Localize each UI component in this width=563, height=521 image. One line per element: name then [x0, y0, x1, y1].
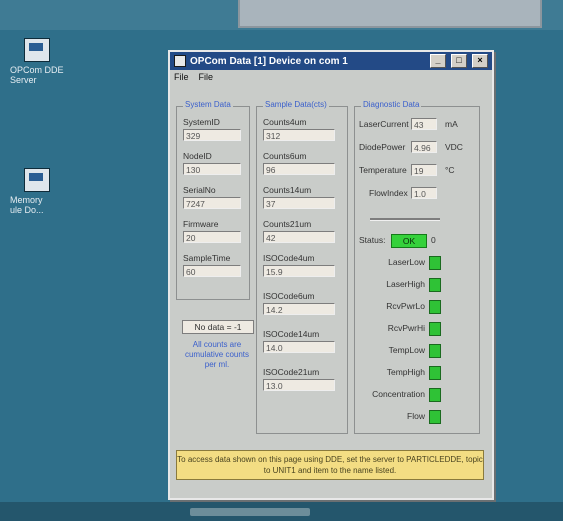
diagnostic-data-legend: Diagnostic Data — [361, 100, 422, 109]
serialno-label: SerialNo — [183, 185, 216, 195]
templow-label: TempLow — [388, 345, 425, 355]
isocode6um-field[interactable]: 14.2 — [263, 303, 335, 315]
counts21um-label: Counts21um — [263, 219, 312, 229]
opcom-data-window: OPCom Data [1] Device on com 1 _ □ × Fil… — [168, 50, 494, 500]
isocode4um-field[interactable]: 15.9 — [263, 265, 335, 277]
counts4um-field[interactable]: 312 — [263, 129, 335, 141]
systemid-label: SystemID — [183, 117, 220, 127]
temphigh-led — [429, 366, 441, 380]
background-window — [238, 0, 542, 28]
sampletime-field[interactable]: 60 — [183, 265, 241, 277]
firmware-label: Firmware — [183, 219, 219, 229]
lasercurrent-label: LaserCurrent — [359, 119, 409, 129]
isocode21um-field[interactable]: 13.0 — [263, 379, 335, 391]
diodepower-unit: VDC — [445, 142, 463, 152]
counts14um-label: Counts14um — [263, 185, 312, 195]
isocode4um-label: ISOCode4um — [263, 253, 315, 263]
desktop-icon-label-line2: Server — [10, 75, 37, 85]
concentration-label: Concentration — [372, 389, 425, 399]
rcvpwrhi-led — [429, 322, 441, 336]
counts6um-label: Counts6um — [263, 151, 307, 161]
menu-file[interactable]: File — [174, 72, 189, 82]
minimize-button[interactable]: _ — [430, 54, 446, 68]
counts6um-field[interactable]: 96 — [263, 163, 335, 175]
status-ok-indicator: OK — [391, 234, 427, 248]
menu-bar: File File — [170, 70, 492, 84]
dde-info-box: To access data shown on this page using … — [176, 450, 484, 480]
window-title: OPCom Data [1] Device on com 1 — [190, 55, 348, 67]
application-icon — [24, 38, 50, 62]
laserhigh-led — [429, 278, 441, 292]
lasercurrent-field[interactable]: 43 — [411, 118, 437, 130]
rcvpwrlo-led — [429, 300, 441, 314]
rcvpwrlo-label: RcvPwrLo — [386, 301, 425, 311]
nodeid-label: NodeID — [183, 151, 212, 161]
flowindex-label: FlowIndex — [369, 188, 408, 198]
taskbar-item[interactable] — [190, 508, 310, 516]
laserhigh-label: LaserHigh — [386, 279, 425, 289]
concentration-led — [429, 388, 441, 402]
systemid-field[interactable]: 329 — [183, 129, 241, 141]
maximize-button[interactable]: □ — [451, 54, 467, 68]
counts4um-label: Counts4um — [263, 117, 307, 127]
nodeid-field[interactable]: 130 — [183, 163, 241, 175]
temperature-label: Temperature — [359, 165, 407, 175]
status-code: 0 — [431, 235, 436, 245]
window-titlebar[interactable]: OPCom Data [1] Device on com 1 _ □ × — [170, 52, 492, 70]
isocode14um-label: ISOCode14um — [263, 329, 320, 339]
window-app-icon — [174, 55, 186, 67]
diodepower-label: DiodePower — [359, 142, 406, 152]
firmware-field[interactable]: 20 — [183, 231, 241, 243]
desktop-icon-label-line1: Memory — [10, 195, 43, 205]
serialno-field[interactable]: 7247 — [183, 197, 241, 209]
system-data-legend: System Data — [183, 100, 233, 109]
menu-file-2[interactable]: File — [199, 72, 214, 82]
sample-data-group: Sample Data(cts) Counts4um 312 Counts6um… — [256, 100, 348, 434]
system-data-group: System Data SystemID 329 NodeID 130 Seri… — [176, 100, 250, 300]
desktop-icon-memory-module[interactable]: Memory ule Do... — [2, 168, 72, 215]
isocode21um-label: ISOCode21um — [263, 367, 320, 377]
desktop-icon-label-line1: OPCom DDE — [10, 65, 64, 75]
status-label: Status: — [359, 235, 386, 245]
rcvpwrhi-label: RcvPwrHi — [387, 323, 425, 333]
counts21um-field[interactable]: 42 — [263, 231, 335, 243]
sampletime-label: SampleTime — [183, 253, 231, 263]
counts-note: All counts are cumulative counts per ml. — [184, 340, 250, 369]
laserlow-led — [429, 256, 441, 270]
lasercurrent-unit: mA — [445, 119, 458, 129]
temphigh-label: TempHigh — [386, 367, 425, 377]
application-icon — [24, 168, 50, 192]
desktop-icon-label-line2: ule Do... — [10, 205, 44, 215]
counts14um-field[interactable]: 37 — [263, 197, 335, 209]
flowindex-field[interactable]: 1.0 — [411, 187, 437, 199]
no-data-indicator: No data = -1 — [182, 320, 254, 334]
diagnostic-divider — [370, 218, 440, 221]
laserlow-label: LaserLow — [388, 257, 425, 267]
flow-label: Flow — [407, 411, 425, 421]
isocode14um-field[interactable]: 14.0 — [263, 341, 335, 353]
flow-led — [429, 410, 441, 424]
templow-led — [429, 344, 441, 358]
temperature-unit: °C — [445, 165, 455, 175]
diagnostic-data-group: Diagnostic Data LaserCurrent 43 mA Diode… — [354, 100, 480, 434]
sample-data-legend: Sample Data(cts) — [263, 100, 329, 109]
desktop-icon-opcom-dde-server[interactable]: OPCom DDE Server — [2, 38, 72, 85]
diodepower-field[interactable]: 4.96 — [411, 141, 437, 153]
close-button[interactable]: × — [472, 54, 488, 68]
temperature-field[interactable]: 19 — [411, 164, 437, 176]
isocode6um-label: ISOCode6um — [263, 291, 315, 301]
